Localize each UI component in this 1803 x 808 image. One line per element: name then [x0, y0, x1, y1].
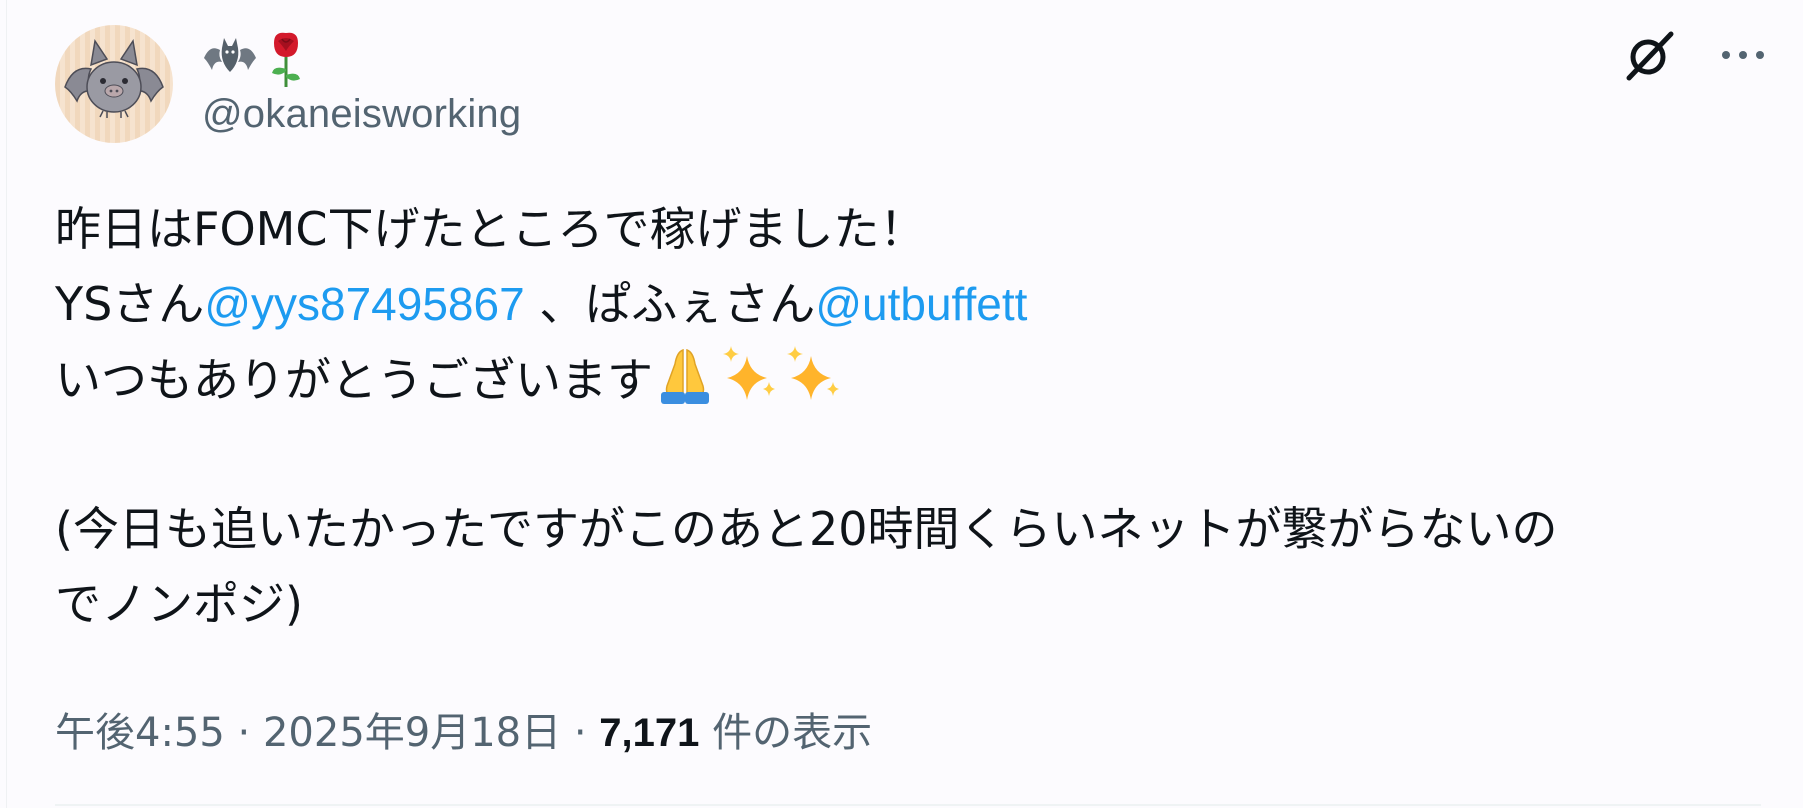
time-value: 午後4:55: [55, 710, 225, 756]
more-icon[interactable]: [1721, 49, 1765, 61]
meta-separator: ·: [224, 710, 263, 756]
sparkles-icon: [781, 342, 845, 406]
display-name[interactable]: [202, 28, 521, 90]
views-label: 件の表示: [699, 710, 873, 756]
tweet-top-actions: [1623, 28, 1765, 82]
tweet-line-1: 昨日はFOMC下げたところで稼げました！: [55, 202, 926, 256]
bat-avatar[interactable]: [55, 25, 173, 143]
tweet-meta: 午後4:55 · 2025年9月18日 · 7,171 件の表示: [55, 700, 872, 758]
date-value: 2025年9月18日: [262, 710, 562, 756]
tweet-line-2-middle: 、ぱふぇさん: [524, 277, 816, 331]
tweet-line-4: (今日も追いたかったですがこのあと20時間くらいネットが繋がらないの: [55, 502, 1558, 556]
views-count: 7,171: [599, 711, 700, 755]
divider: [55, 804, 1761, 806]
tweet-card: @okaneisworking 昨日はFOMC下げたところで稼げました！ YSさ…: [6, 0, 1803, 808]
tweet-line-3-text: いつもありがとうございます: [55, 353, 653, 407]
grok-icon[interactable]: [1623, 28, 1677, 82]
user-info: @okaneisworking: [202, 28, 521, 137]
tweet-line-5: でノンポジ): [55, 577, 303, 631]
mention-link[interactable]: @utbuffett: [815, 278, 1027, 330]
tweet-line-3: いつもありがとうございます: [55, 342, 1755, 417]
rose-icon: [266, 29, 306, 89]
meta-separator: ·: [561, 710, 600, 756]
mention-link[interactable]: @yys87495867: [204, 278, 524, 330]
tweet-time[interactable]: 午後4:55 · 2025年9月18日: [55, 710, 561, 756]
tweet-line-2-prefix: YSさん: [55, 277, 205, 331]
user-handle[interactable]: @okaneisworking: [202, 92, 521, 137]
tweet-line-2: YSさん@yys87495867 、ぱふぇさん@utbuffett: [55, 267, 1755, 342]
sparkles-icon: [717, 342, 781, 406]
folded-hands-icon: [653, 342, 717, 406]
tweet-text: 昨日はFOMC下げたところで稼げました！ YSさん@yys87495867 、ぱ…: [55, 192, 1755, 642]
bat-icon: [202, 36, 258, 82]
